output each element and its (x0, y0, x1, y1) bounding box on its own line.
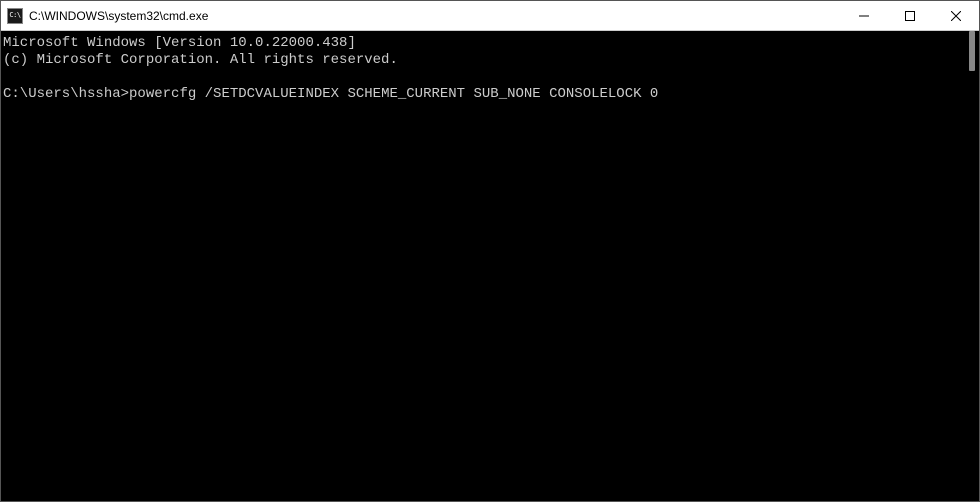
titlebar[interactable]: C:\ C:\WINDOWS\system32\cmd.exe (1, 1, 979, 31)
minimize-icon (859, 11, 869, 21)
cmd-window: C:\ C:\WINDOWS\system32\cmd.exe Microsof… (0, 0, 980, 502)
maximize-button[interactable] (887, 1, 933, 30)
scrollbar-thumb[interactable] (969, 31, 975, 71)
window-title: C:\WINDOWS\system32\cmd.exe (29, 9, 841, 23)
close-button[interactable] (933, 1, 979, 30)
command-prompt: C:\Users\hssha> (3, 86, 129, 102)
maximize-icon (905, 11, 915, 21)
terminal-line: (c) Microsoft Corporation. All rights re… (3, 52, 398, 68)
command-input[interactable]: powercfg /SETDCVALUEINDEX SCHEME_CURRENT… (129, 86, 658, 102)
terminal-output[interactable]: Microsoft Windows [Version 10.0.22000.43… (1, 31, 967, 501)
window-controls (841, 1, 979, 30)
terminal-area: Microsoft Windows [Version 10.0.22000.43… (1, 31, 979, 501)
minimize-button[interactable] (841, 1, 887, 30)
cmd-icon: C:\ (7, 8, 23, 24)
terminal-line: Microsoft Windows [Version 10.0.22000.43… (3, 35, 356, 51)
close-icon (951, 11, 961, 21)
vertical-scrollbar[interactable] (967, 31, 977, 501)
